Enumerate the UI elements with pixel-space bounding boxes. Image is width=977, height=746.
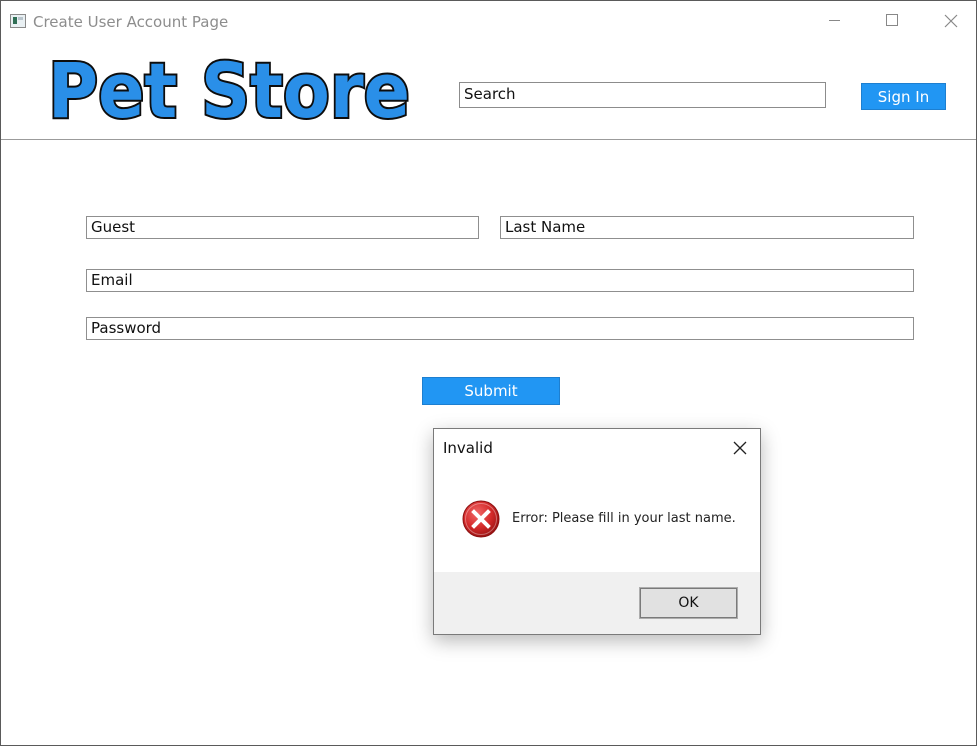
minimize-button[interactable] <box>811 1 857 41</box>
dialog-body: Error: Please fill in your last name. <box>434 469 760 572</box>
dialog-close-button[interactable] <box>726 435 754 461</box>
ok-button[interactable]: OK <box>639 587 738 619</box>
dialog-message: Error: Please fill in your last name. <box>512 511 736 526</box>
maximize-icon <box>886 14 898 26</box>
logo-text: Pet Store <box>48 51 410 129</box>
header-divider <box>1 139 976 140</box>
close-icon <box>944 14 958 28</box>
email-field[interactable]: Email <box>86 269 914 292</box>
last-name-field[interactable]: Last Name <box>500 216 914 239</box>
maximize-button[interactable] <box>869 1 915 41</box>
error-dialog: Invalid Error: Please fill in your last … <box>433 428 761 635</box>
app-window: Create User Account Page Pet Store Searc… <box>0 0 977 746</box>
password-field[interactable]: Password <box>86 317 914 340</box>
minimize-icon <box>828 19 840 21</box>
dialog-footer: OK <box>434 572 760 634</box>
search-input[interactable]: Search <box>459 82 826 108</box>
window-close-button[interactable] <box>928 1 974 41</box>
window-title: Create User Account Page <box>33 13 229 31</box>
error-icon <box>462 500 500 538</box>
app-window-icon <box>10 14 26 28</box>
title-bar: Create User Account Page <box>1 1 976 41</box>
dialog-title: Invalid <box>443 439 493 457</box>
first-name-field[interactable]: Guest <box>86 216 479 239</box>
close-icon <box>733 441 747 455</box>
submit-button[interactable]: Submit <box>422 377 560 405</box>
sign-in-button[interactable]: Sign In <box>861 83 946 110</box>
pet-store-logo: Pet Store <box>46 51 412 129</box>
